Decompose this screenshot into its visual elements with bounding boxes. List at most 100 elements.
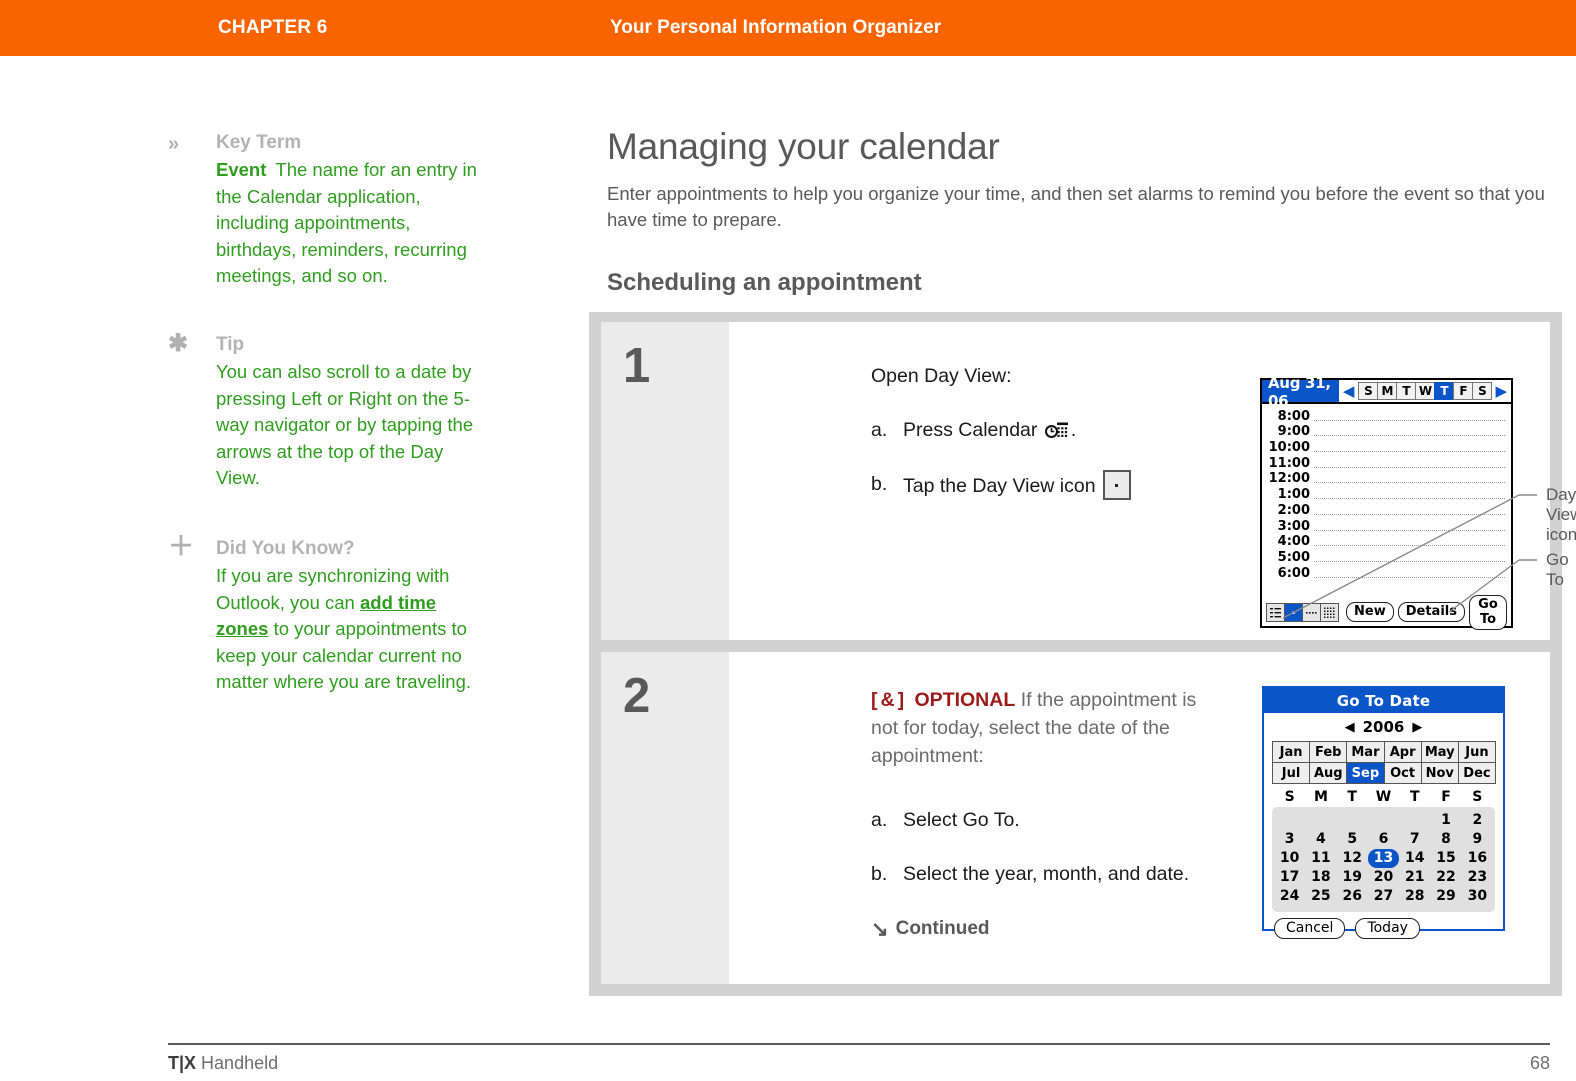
day-view-icon [1102,470,1131,500]
gotodate-day[interactable]: 10 [1274,849,1305,868]
gotodate-day[interactable]: 29 [1430,887,1461,906]
gotodate-dow-2: T [1347,789,1357,805]
dayview-weekday-1[interactable]: M [1377,382,1398,400]
gotodate-month-feb[interactable]: Feb [1309,741,1348,763]
gotodate-day[interactable]: 14 [1399,849,1430,868]
agenda-view-icon[interactable] [1266,602,1285,622]
gotodate-week-row: 10 11 12 13 14 15 16 [1274,849,1493,868]
gotodate-day[interactable]: 16 [1462,849,1493,868]
gotodate-month-jun[interactable]: Jun [1457,741,1497,763]
dayview-prev-arrow-icon[interactable]: ◀ [1339,380,1359,402]
dayview-slot-line[interactable] [1314,498,1505,500]
gotodate-day[interactable]: 20 [1368,868,1399,887]
gotodate-month-sep[interactable]: Sep [1346,762,1385,784]
gotodate-day [1337,811,1368,830]
gotodate-day[interactable]: 27 [1368,887,1399,906]
gotodate-day[interactable]: 6 [1368,830,1399,849]
gotodate-day[interactable]: 7 [1399,830,1430,849]
step-1-lead: Open Day View: [871,365,1012,387]
gotodate-day[interactable]: 30 [1462,887,1493,906]
gotodate-month-nov[interactable]: Nov [1420,762,1459,784]
gotodate-prev-year-icon[interactable]: ◀ [1337,720,1363,735]
gotodate-day[interactable]: 1 [1430,811,1461,830]
dayview-time-row: 10:00 [1262,438,1511,454]
dayview-slot-line[interactable] [1314,435,1505,437]
gotodate-next-year-icon[interactable]: ▶ [1404,720,1430,735]
gotodate-title: Go To Date [1264,688,1503,713]
gotodate-day[interactable]: 21 [1399,868,1430,887]
dayview-slot-line[interactable] [1314,560,1505,562]
dayview-slot-line[interactable] [1314,482,1505,484]
dayview-slot-line[interactable] [1314,545,1505,547]
dayview-goto-button[interactable]: Go To [1468,594,1507,630]
month-view-icon[interactable] [1320,602,1339,622]
dayview-slot-line[interactable] [1314,529,1505,531]
dayview-weekday-5[interactable]: F [1453,382,1474,400]
dayview-weekday-4[interactable]: T [1434,382,1455,400]
optional-bracket-close: ] [897,689,905,711]
dayview-weekday-2[interactable]: T [1396,382,1417,400]
week-view-icon[interactable] [1302,602,1321,622]
dayview-slot-line[interactable] [1314,419,1505,421]
gotodate-dow-0: S [1284,789,1295,805]
day-view-icon[interactable] [1284,602,1303,622]
note-heading-key-term: Key Term [216,132,302,153]
gotodate-day[interactable]: 22 [1430,868,1461,887]
gotodate-month-dec[interactable]: Dec [1457,762,1497,784]
gotodate-month-jan[interactable]: Jan [1272,741,1311,763]
step-2-number: 2 [623,669,651,723]
gotodate-day[interactable]: 4 [1305,830,1336,849]
gotodate-month-grid: Jan Feb Mar Apr May Jun Jul Aug Sep Oct [1272,741,1497,784]
gotodate-month-oct[interactable]: Oct [1383,762,1422,784]
gotodate-day[interactable]: 19 [1337,868,1368,887]
gotodate-day[interactable]: 25 [1305,887,1336,906]
header-title: Your Personal Information Organizer [610,17,942,38]
gotodate-day[interactable]: 23 [1462,868,1493,887]
dayview-weekday-3[interactable]: W [1415,382,1436,400]
dayview-slot-line[interactable] [1314,466,1505,468]
gotodate-month-jul[interactable]: Jul [1272,762,1311,784]
gotodate-day-selected[interactable]: 13 [1367,849,1400,868]
dayview-time-row: 2:00 [1262,501,1511,517]
gotodate-month-may[interactable]: May [1420,741,1459,763]
gotodate-day[interactable]: 2 [1462,811,1493,830]
dayview-slot-line[interactable] [1314,576,1505,578]
continued-label: Continued [895,918,990,939]
dayview-next-arrow-icon[interactable]: ▶ [1491,380,1511,402]
gotodate-day[interactable]: 15 [1430,849,1461,868]
gotodate-day[interactable]: 18 [1305,868,1336,887]
step-1-instructions: Open Day View: a. Press Calendar . b. Ta… [871,362,1231,500]
gotodate-today-button[interactable]: Today [1355,918,1420,939]
gotodate-month-apr[interactable]: Apr [1383,741,1422,763]
gotodate-day[interactable]: 11 [1305,849,1336,868]
dayview-time-row: 4:00 [1262,533,1511,548]
gotodate-day[interactable]: 17 [1274,868,1305,887]
gotodate-month-aug[interactable]: Aug [1309,762,1348,784]
gotodate-day[interactable]: 9 [1462,830,1493,849]
gotodate-cancel-button[interactable]: Cancel [1274,918,1346,939]
step-1-number: 1 [623,339,651,393]
gotodate-day[interactable]: 5 [1337,830,1368,849]
page-title: Managing your calendar [607,126,1000,167]
gotodate-day[interactable]: 28 [1399,887,1430,906]
dayview-time-row: 6:00 [1262,564,1511,580]
section-heading: Scheduling an appointment [607,269,922,296]
gotodate-day[interactable]: 8 [1430,830,1461,849]
gotodate-week-row: 3 4 5 6 7 8 9 [1274,830,1493,849]
dayview-slot-line[interactable] [1314,513,1505,515]
dayview-details-button[interactable]: Details [1397,602,1465,622]
dayview-weekday-0[interactable]: S [1358,382,1379,400]
dayview-weekday-6[interactable]: S [1472,382,1493,400]
dayview-new-button[interactable]: New [1346,602,1394,622]
gotodate-day[interactable]: 24 [1274,887,1305,906]
substep-letter: a. [871,419,888,441]
gotodate-day[interactable]: 3 [1274,830,1305,849]
gotodate-month-mar[interactable]: Mar [1346,741,1385,763]
dayview-slot-line[interactable] [1314,451,1505,453]
asterisk-icon: ✱ [168,329,189,357]
footer-divider [168,1043,1550,1045]
gotodate-day[interactable]: 26 [1337,887,1368,906]
dayview-date-label[interactable]: Aug 31, 06 [1262,374,1339,410]
dayview-toolbar: New Details Go To [1262,594,1511,630]
gotodate-day[interactable]: 12 [1337,849,1368,868]
